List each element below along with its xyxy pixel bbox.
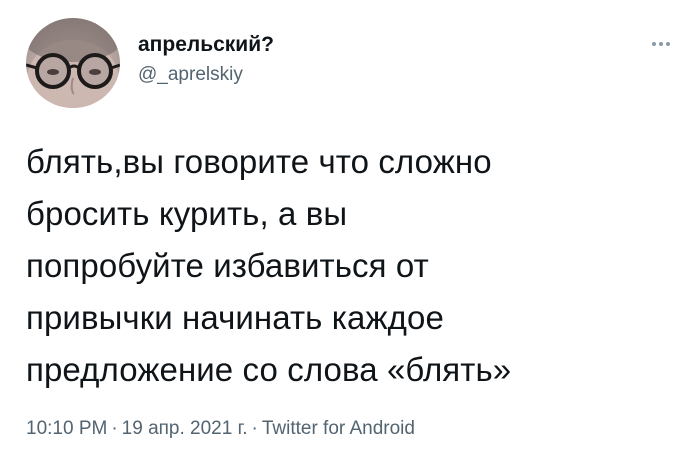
tweet-meta: 10:10 PM · 19 апр. 2021 г. · Twitter for And… (26, 416, 415, 442)
meta-separator: · (251, 418, 258, 439)
tweet-source[interactable]: Twitter for Android (262, 418, 415, 439)
tweet-time[interactable]: 10:10 PM (26, 418, 107, 439)
tweet-card: апрельский? @_aprelskiy блять,вы говорит… (0, 0, 700, 468)
author-display-name[interactable]: апрельский? (138, 32, 274, 58)
more-options-icon[interactable] (644, 34, 678, 54)
author-handle[interactable]: @_aprelskiy (138, 62, 274, 88)
meta-separator: · (111, 418, 118, 439)
tweet-date[interactable]: 19 апр. 2021 г. (122, 418, 248, 439)
more-dot (666, 42, 670, 46)
tweet-text: блять,вы говорите что сложно бросить кур… (26, 143, 512, 388)
avatar-photo (26, 18, 120, 108)
avatar[interactable] (26, 18, 120, 108)
tweet-header: апрельский? @_aprelskiy (26, 18, 678, 110)
more-dot (659, 42, 663, 46)
more-dot (652, 42, 656, 46)
author-names: апрельский? @_aprelskiy (138, 32, 274, 88)
